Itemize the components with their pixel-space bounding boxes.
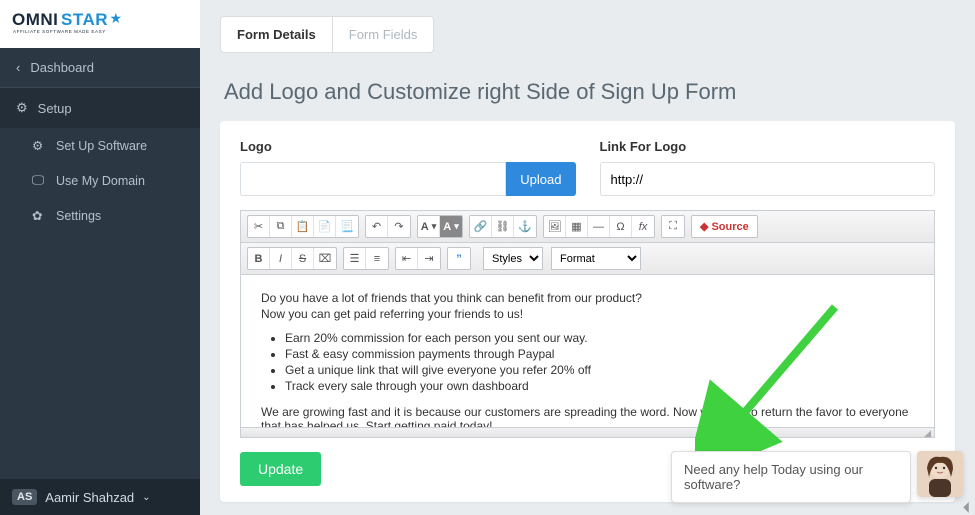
paste-word-icon[interactable]: 📃 — [336, 216, 358, 237]
rich-text-editor: ✂⧉📋📄📃 ↶↷ AA 🔗⛓⚓ 🖼▦—Ωfx ⛶ ◆ Source BIS⌧ ☰… — [240, 210, 935, 438]
bold-icon[interactable]: B — [248, 248, 270, 269]
form-card: Logo Upload Link For Logo ✂⧉📋📄📃 ↶↷ AA — [220, 121, 955, 502]
paste-text-icon[interactable]: 📄 — [314, 216, 336, 237]
special-char-icon[interactable]: Ω — [610, 216, 632, 237]
copy-icon[interactable]: ⧉ — [270, 216, 292, 237]
list-item: Get a unique link that will give everyon… — [285, 363, 914, 377]
outdent-icon[interactable]: ⇤ — [396, 248, 418, 269]
editor-line: We are growing fast and it is because ou… — [261, 405, 914, 427]
chat-widget[interactable]: Need any help Today using our software? — [671, 451, 963, 503]
link-icon[interactable]: 🔗 — [470, 216, 492, 237]
omnistar-logo-icon: OMNI STAR ★ AFFILIATE SOFTWARE MADE EASY — [12, 9, 182, 39]
nav-label: Use My Domain — [56, 174, 145, 188]
link-input[interactable] — [600, 162, 936, 196]
main-content: Form Details Form Fields Add Logo and Cu… — [200, 0, 975, 515]
svg-text:AFFILIATE SOFTWARE MADE EASY: AFFILIATE SOFTWARE MADE EASY — [13, 29, 106, 34]
image-icon[interactable]: 🖼 — [544, 216, 566, 237]
table-icon[interactable]: ▦ — [566, 216, 588, 237]
maximize-icon[interactable]: ⛶ — [662, 216, 684, 237]
chevron-left-icon: ‹ — [16, 60, 20, 75]
tab-form-details[interactable]: Form Details — [221, 17, 333, 52]
bg-color-icon[interactable]: A — [440, 216, 462, 237]
nav-label: Set Up Software — [56, 139, 147, 153]
anchor-icon[interactable]: ⚓ — [514, 216, 536, 237]
source-button[interactable]: ◆ Source — [692, 216, 757, 237]
undo-icon[interactable]: ↶ — [366, 216, 388, 237]
svg-text:OMNI: OMNI — [12, 10, 58, 29]
nav-label: Setup — [38, 101, 72, 116]
logo-input[interactable] — [240, 162, 506, 196]
gear-icon: ✿ — [32, 208, 46, 223]
unlink-icon[interactable]: ⛓ — [492, 216, 514, 237]
nav-dashboard[interactable]: ‹ Dashboard — [0, 48, 200, 88]
user-name: Aamir Shahzad — [45, 490, 134, 505]
chat-bubble[interactable]: Need any help Today using our software? — [671, 451, 911, 503]
nav-label: Settings — [56, 209, 101, 223]
redo-icon[interactable]: ↷ — [388, 216, 410, 237]
hr-icon[interactable]: — — [588, 216, 610, 237]
nav-settings[interactable]: ✿ Settings — [0, 198, 200, 233]
brand-logo: OMNI STAR ★ AFFILIATE SOFTWARE MADE EASY — [0, 0, 200, 48]
blockquote-icon[interactable]: ” — [448, 248, 470, 269]
editor-resize-handle[interactable] — [241, 427, 934, 437]
bullet-list-icon[interactable]: ☰ — [344, 248, 366, 269]
formula-icon[interactable]: fx — [632, 216, 654, 237]
sliders-icon: ⚙ — [16, 100, 28, 116]
list-item: Earn 20% commission for each person you … — [285, 331, 914, 345]
svg-text:STAR: STAR — [61, 10, 108, 29]
paste-icon[interactable]: 📋 — [292, 216, 314, 237]
monitor-icon: 🖵 — [32, 173, 46, 188]
chat-text: Need any help Today using our software? — [684, 462, 863, 492]
chat-avatar[interactable] — [917, 451, 963, 497]
nav-use-domain[interactable]: 🖵 Use My Domain — [0, 163, 200, 198]
cogs-icon: ⚙ — [32, 138, 46, 153]
editor-bullets: Earn 20% commission for each person you … — [285, 331, 914, 393]
upload-button[interactable]: Upload — [506, 162, 575, 196]
strike-icon[interactable]: S — [292, 248, 314, 269]
text-color-icon[interactable]: A — [418, 216, 440, 237]
indent-icon[interactable]: ⇥ — [418, 248, 440, 269]
editor-line: Now you can get paid referring your frie… — [261, 307, 914, 321]
italic-icon[interactable]: I — [270, 248, 292, 269]
number-list-icon[interactable]: ≡ — [366, 248, 388, 269]
list-item: Fast & easy commission payments through … — [285, 347, 914, 361]
tabs: Form Details Form Fields — [220, 16, 434, 53]
editor-toolbar-1: ✂⧉📋📄📃 ↶↷ AA 🔗⛓⚓ 🖼▦—Ωfx ⛶ ◆ Source — [241, 211, 934, 243]
editor-line: Do you have a lot of friends that you th… — [261, 291, 914, 305]
cut-icon[interactable]: ✂ — [248, 216, 270, 237]
nav-label: Dashboard — [30, 60, 94, 75]
svg-text:★: ★ — [110, 10, 123, 26]
format-select[interactable]: Format — [551, 247, 641, 270]
editor-content[interactable]: Do you have a lot of friends that you th… — [241, 275, 934, 427]
nav-setup-software[interactable]: ⚙ Set Up Software — [0, 128, 200, 163]
logo-field: Logo Upload — [240, 139, 576, 196]
user-initials: AS — [12, 489, 37, 505]
logo-label: Logo — [240, 139, 576, 154]
styles-select[interactable]: Styles — [483, 247, 543, 270]
nav-setup[interactable]: ⚙ Setup — [0, 88, 200, 128]
list-item: Track every sale through your own dashbo… — [285, 379, 914, 393]
sidebar: OMNI STAR ★ AFFILIATE SOFTWARE MADE EASY… — [0, 0, 200, 515]
update-button[interactable]: Update — [240, 452, 321, 486]
link-label: Link For Logo — [600, 139, 936, 154]
chevron-down-icon: ⌄ — [142, 492, 150, 503]
tab-form-fields[interactable]: Form Fields — [333, 17, 434, 52]
user-menu[interactable]: AS Aamir Shahzad ⌄ — [0, 479, 200, 515]
remove-format-icon[interactable]: ⌧ — [314, 248, 336, 269]
page-title: Add Logo and Customize right Side of Sig… — [224, 79, 951, 105]
link-field: Link For Logo — [600, 139, 936, 196]
editor-toolbar-2: BIS⌧ ☰≡ ⇤⇥ ” Styles Format — [241, 243, 934, 275]
